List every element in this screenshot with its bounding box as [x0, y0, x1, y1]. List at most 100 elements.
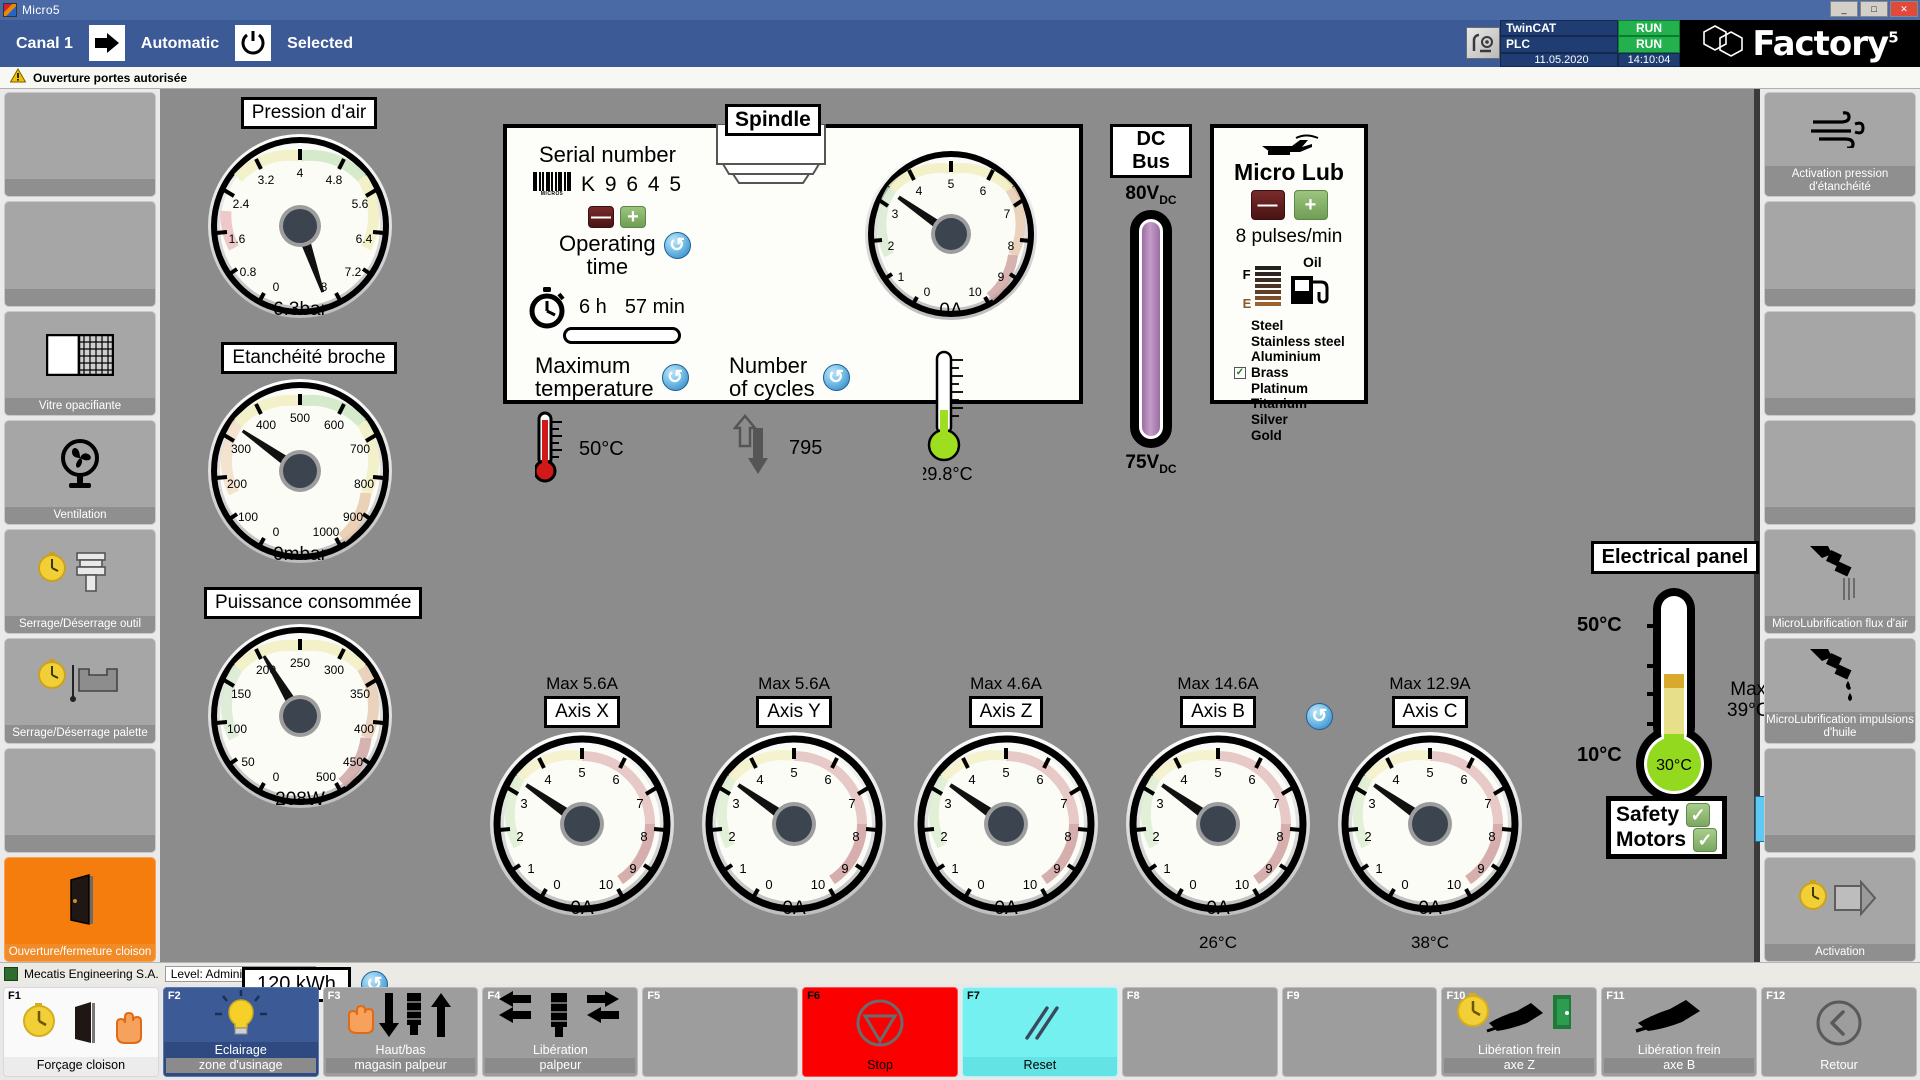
- fkey-f11-liberation-frein-b[interactable]: F11 Libération frein axe B: [1601, 987, 1758, 1077]
- svg-text:2.4: 2.4: [233, 197, 250, 211]
- material-item[interactable]: ✓ Brass: [1234, 365, 1364, 381]
- alarm-bar: Ouverture portes autorisée: [0, 67, 1920, 89]
- material-item[interactable]: ✓Silver: [1234, 412, 1364, 428]
- dc-bus-bottom-value: 75V: [1125, 451, 1160, 473]
- channel-indicator: Canal 1: [0, 20, 89, 67]
- operating-time-label-1: Operating: [559, 231, 656, 256]
- machine-overview-canvas: Pression d'air 4 4.8 5.6 6.4 7.2 8 3.2 2…: [160, 89, 1769, 1002]
- fkey-f1-forcage-cloison[interactable]: F1 Forçage cloison: [3, 987, 159, 1077]
- material-item[interactable]: ✓Platinum: [1234, 381, 1364, 397]
- refresh-circle-icon[interactable]: ↺: [822, 364, 850, 391]
- minimize-button[interactable]: _: [1830, 1, 1858, 17]
- close-button[interactable]: ✕: [1890, 1, 1918, 17]
- status-row: TwinCAT RUN: [1500, 20, 1680, 37]
- oil-level-bars-icon: [1255, 266, 1282, 306]
- sidebar-item-left-7[interactable]: [4, 747, 156, 853]
- sidebar-item-ouverture-cloison[interactable]: Ouverture/fermeture cloison: [4, 856, 156, 962]
- window-title: Micro5: [22, 3, 60, 17]
- svg-text:9: 9: [1477, 861, 1484, 876]
- svg-text:500: 500: [290, 411, 310, 425]
- dc-bus-indicator: DC Bus 80VDC 75VDC: [1110, 124, 1192, 476]
- gauge-title: Puissance consommée: [204, 587, 423, 619]
- sidebar-item-microlub-oil[interactable]: MicroLubrification impulsions d'huile: [1764, 638, 1916, 744]
- serial-decrement-button[interactable]: —: [588, 206, 614, 228]
- svg-text:7: 7: [848, 796, 855, 811]
- axis-y-gauge: Max 5.6A Axis Y 5 6 7 8 9 10 4 3 2 1 0 0…: [688, 674, 900, 953]
- fkey-number: F2: [167, 990, 181, 1002]
- svg-text:10: 10: [811, 877, 825, 892]
- fkey-number: F7: [966, 990, 980, 1002]
- cycles-label-1: Number: [729, 353, 808, 378]
- serial-number-value: K 9 6 4 5: [581, 172, 684, 196]
- fkey-f9-empty[interactable]: F9: [1281, 987, 1438, 1077]
- refresh-circle-icon[interactable]: ↺: [661, 364, 689, 391]
- sidebar-item-right-3[interactable]: [1764, 310, 1916, 416]
- sidebar-item-vitre-opacifiante[interactable]: Vitre opacifiante: [4, 310, 156, 416]
- material-item[interactable]: ✓Steel: [1234, 318, 1364, 334]
- svg-text:10: 10: [1235, 877, 1249, 892]
- sidebar-item-serrage-outil[interactable]: Serrage/Déserrage outil: [4, 529, 156, 635]
- sidebar-item-activation[interactable]: Activation: [1764, 856, 1916, 962]
- electrical-panel-indicator: Electrical panel 50°C 10°C Max 39°C 30°C: [1575, 541, 1775, 816]
- hexagon-cluster-icon: [1703, 24, 1744, 57]
- material-item[interactable]: ✓Titanium: [1234, 396, 1364, 412]
- spindle-current-gauge: 567 8 9 10 43 210 0A: [859, 144, 1049, 324]
- sidebar-item-left-1[interactable]: [4, 92, 156, 198]
- sidebar-item-left-2[interactable]: [4, 201, 156, 307]
- logo-superscript: 5: [1888, 28, 1898, 47]
- serial-increment-button[interactable]: +: [620, 206, 646, 228]
- maximize-button[interactable]: □: [1860, 1, 1888, 17]
- axis-max-label: Max 5.6A: [758, 674, 830, 693]
- svg-text:2: 2: [1152, 829, 1159, 844]
- warning-triangle-icon: [9, 67, 27, 88]
- refresh-circle-icon[interactable]: ↺: [663, 232, 691, 259]
- fkey-number: F4: [487, 990, 501, 1002]
- fkey-f5-empty[interactable]: F5: [642, 987, 799, 1077]
- svg-text:8: 8: [1064, 829, 1071, 844]
- sidebar-item-ventilation[interactable]: Ventilation: [4, 419, 156, 525]
- thermometer-red-icon: [533, 410, 565, 489]
- micro-lub-increment-button[interactable]: +: [1293, 190, 1328, 220]
- fkey-f12-retour[interactable]: F12 Retour: [1761, 987, 1917, 1077]
- twincat-gear-icon[interactable]: [1466, 27, 1500, 59]
- sidebar-item-label: [1765, 288, 1915, 306]
- fkey-f4-liberation-palpeur[interactable]: F4 Libération palpeur: [482, 987, 639, 1077]
- fkey-f7-reset[interactable]: F7 Reset: [961, 987, 1118, 1077]
- axis-refresh-circle-icon[interactable]: ↺: [1306, 703, 1333, 730]
- sidebar-item-activation-pression[interactable]: Activation pression d'étanchéité: [1764, 92, 1916, 198]
- material-item[interactable]: ✓Gold: [1234, 428, 1364, 444]
- micro-lub-decrement-button[interactable]: —: [1250, 190, 1285, 220]
- checkbox[interactable]: ✓: [1234, 366, 1246, 379]
- fkey-f6-stop[interactable]: F6 Stop: [802, 987, 958, 1077]
- safety-label: Safety: [1616, 803, 1680, 826]
- oil-level-empty-label: E: [1242, 296, 1252, 311]
- sidebar-item-microlub-air[interactable]: MicroLubrification flux d'air: [1764, 529, 1916, 635]
- sidebar-item-serrage-palette[interactable]: Serrage/Déserrage palette: [4, 638, 156, 744]
- material-item[interactable]: ✓Stainless steel: [1234, 334, 1364, 350]
- axis-gauges-row: Max 5.6A Axis X 5 6 7 8 9 10 4 3 2 1 0 0…: [476, 674, 1536, 953]
- fkey-number: F8: [1126, 990, 1140, 1002]
- company-name: Mecatis Engineering S.A.: [24, 966, 159, 981]
- gauge-face: 250 300 350 400 450 500 200 150 100 50 0 208…: [204, 619, 414, 814]
- motors-checkbox[interactable]: ✓: [1693, 828, 1717, 852]
- gauge-value: 0A: [939, 300, 963, 321]
- svg-text:0: 0: [553, 877, 560, 892]
- fkey-f2-eclairage[interactable]: F2 Eclairage zone d'usinage: [162, 987, 319, 1077]
- fkey-f10-liberation-frein-z[interactable]: F10 Libération frein axe Z: [1441, 987, 1598, 1077]
- fkey-f8-empty[interactable]: F8: [1121, 987, 1278, 1077]
- material-item[interactable]: ✓Aluminium: [1234, 349, 1364, 365]
- fkey-number: F12: [1766, 990, 1786, 1002]
- spindle-illustration: [707, 123, 837, 205]
- oil-can-icon: [1214, 132, 1364, 158]
- svg-text:0: 0: [273, 525, 280, 539]
- fkey-f3-hautbas-magasin[interactable]: F3 Haut/bas magasin palpeur: [322, 987, 479, 1077]
- sidebar-item-right-4[interactable]: [1764, 419, 1916, 525]
- sidebar-item-right-2[interactable]: [1764, 201, 1916, 307]
- safety-checkbox[interactable]: ✓: [1686, 803, 1711, 827]
- status-row: PLC RUN: [1500, 36, 1680, 53]
- spindle-title: Spindle: [725, 104, 821, 136]
- svg-text:350: 350: [350, 687, 370, 701]
- svg-text:3: 3: [892, 207, 899, 221]
- fkey-number: F5: [647, 990, 661, 1002]
- sidebar-item-right-7[interactable]: [1764, 747, 1916, 853]
